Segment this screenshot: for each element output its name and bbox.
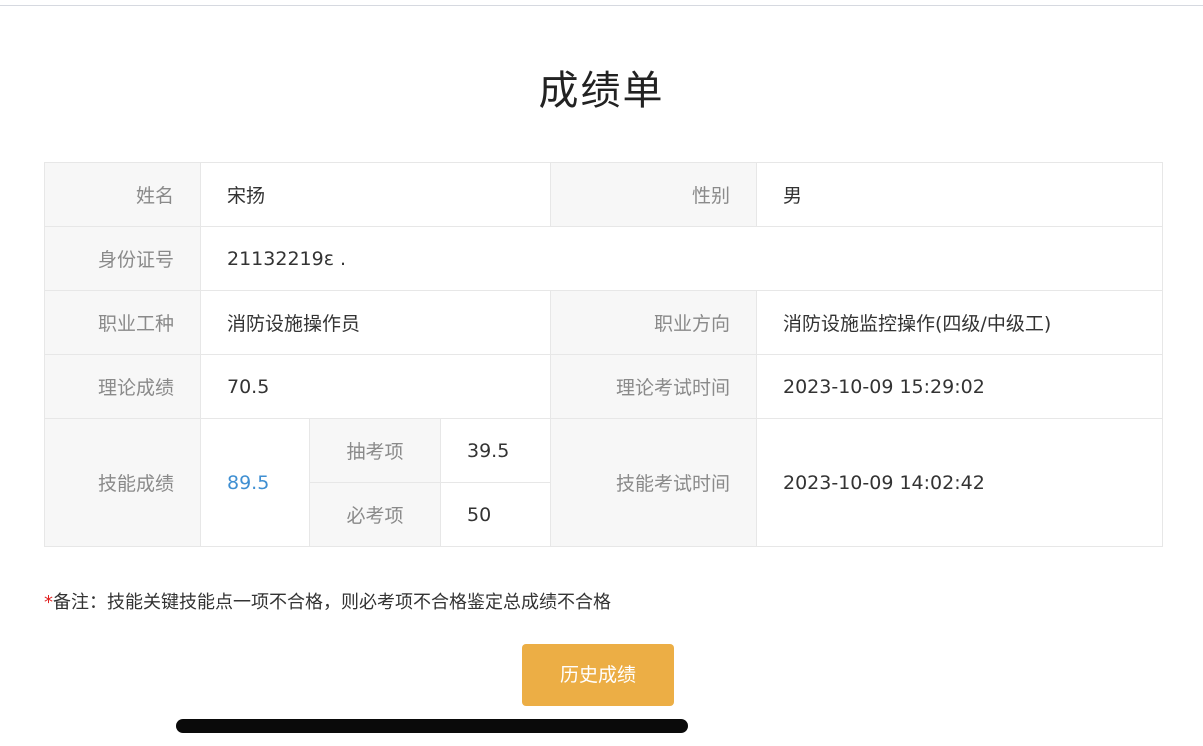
table-row: 理论成绩 70.5 理论考试时间 2023-10-09 15:29:02 [44, 354, 1163, 419]
gender-label: 性别 [550, 162, 757, 227]
table-row: 技能成绩 89.5 抽考项 39.5 技能考试时间 2023-10-09 14:… [44, 418, 1163, 547]
skill-time-label: 技能考试时间 [550, 418, 757, 547]
required-item-label: 必考项 [309, 482, 441, 547]
direction-label: 职业方向 [550, 290, 757, 355]
table-row: 职业工种 消防设施操作员 职业方向 消防设施监控操作(四级/中级工) [44, 290, 1163, 355]
table-row: 身份证号 21132219ɛ . [44, 226, 1163, 291]
theory-time-label: 理论考试时间 [550, 354, 757, 419]
table-row: 姓名 宋扬 性别 男 [44, 162, 1163, 227]
name-label: 姓名 [44, 162, 201, 227]
theory-time-value: 2023-10-09 15:29:02 [756, 354, 1163, 419]
id-number-label: 身份证号 [44, 226, 201, 291]
score-table: 姓名 宋扬 性别 男 身份证号 21132219ɛ . 职业工种 消防设施操作员… [44, 162, 1163, 547]
gender-value: 男 [756, 162, 1163, 227]
skill-time-value: 2023-10-09 14:02:42 [756, 418, 1163, 547]
remark-text: 备注：技能关键技能点一项不合格，则必考项不合格鉴定总成绩不合格 [53, 592, 611, 613]
top-divider [0, 0, 1203, 6]
occupation-value: 消防设施操作员 [200, 290, 551, 355]
remark-note: *备注：技能关键技能点一项不合格，则必考项不合格鉴定总成绩不合格 [44, 588, 611, 614]
theory-score-label: 理论成绩 [44, 354, 201, 419]
skill-score-value[interactable]: 89.5 [200, 418, 310, 547]
direction-value: 消防设施监控操作(四级/中级工) [756, 290, 1163, 355]
theory-score-value: 70.5 [200, 354, 551, 419]
history-scores-button[interactable]: 历史成绩 [522, 644, 674, 706]
occupation-label: 职业工种 [44, 290, 201, 355]
id-number-value: 21132219ɛ . [200, 226, 1163, 291]
required-item-value: 50 [440, 482, 551, 547]
skill-score-label: 技能成绩 [44, 418, 201, 547]
random-item-value: 39.5 [440, 418, 551, 483]
home-indicator-bar[interactable] [176, 719, 688, 733]
random-item-label: 抽考项 [309, 418, 441, 483]
name-value: 宋扬 [200, 162, 551, 227]
required-star: * [44, 592, 53, 613]
page-title: 成绩单 [538, 68, 665, 114]
